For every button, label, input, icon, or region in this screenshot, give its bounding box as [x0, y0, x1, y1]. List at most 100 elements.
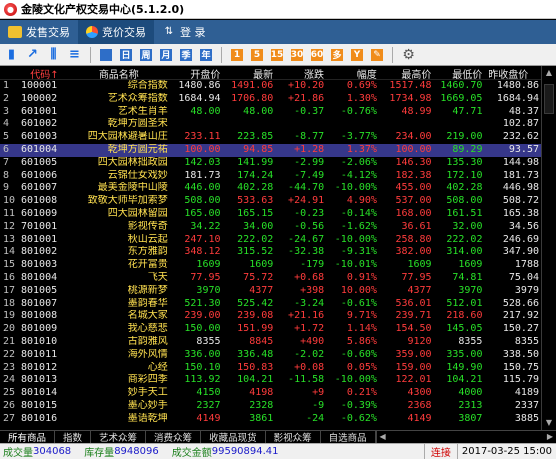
category-tab[interactable]: 所有商品	[0, 431, 56, 444]
table-row[interactable]: 7 601005 四大园林拙政园 142.03 141.99 -2.99 -2.06% 146…	[0, 157, 541, 170]
table-row[interactable]: 23 801012 心经 150.10 150.83 +0.08 0.05% 159.00 14…	[0, 362, 541, 375]
year-icon[interactable]: 年	[200, 48, 212, 61]
day-icon[interactable]: 日	[120, 48, 132, 61]
table-row[interactable]: 11 601009 四大园林留园 165.00 165.15 -0.23 -0.14% 168…	[0, 208, 541, 221]
m30-icon[interactable]: 30	[291, 48, 303, 61]
table-row[interactable]: 8 601006 云锦仕女戏妙 181.73 174.24 -7.49 -4.12% 182.…	[0, 170, 541, 183]
category-tab[interactable]: 消费众筹	[146, 431, 202, 444]
table-row[interactable]: 2 100002 艺术众筹指数 1684.94 1706.80 +21.86 1.30% 17…	[0, 93, 541, 106]
table-row[interactable]: 21 801010 古韵雅风 8355 8845 +490 5.86% 9120 8355 835…	[0, 336, 541, 349]
table-row[interactable]: 20 801009 我心慈悲 150.00 151.99 +1.72 1.14% 154.50…	[0, 323, 541, 336]
table-row[interactable]: 5 601003 四大园林避暑山庄 233.11 223.85 -8.77 -3.77% 23…	[0, 131, 541, 144]
table-cell: 4377	[407, 284, 432, 296]
table-cell: 20	[3, 323, 16, 335]
table-cell: 94.85	[243, 143, 274, 155]
table-row[interactable]: 4 601002 乾坤方圆圣宋 102.87	[0, 118, 541, 131]
grid-icon[interactable]	[100, 48, 112, 61]
column-header[interactable]: 涨跌	[275, 66, 326, 79]
list-icon[interactable]: ≡	[65, 46, 84, 63]
table-row[interactable]: 22 801011 海外风情 336.00 336.48 -2.02 -0.60% 359.0…	[0, 349, 541, 362]
table-cell: -2.02	[294, 348, 325, 360]
toolbar-separator	[90, 46, 91, 63]
table-cell: 801008	[20, 310, 58, 322]
column-header[interactable]: 昨收盘价 >>	[484, 66, 541, 79]
horizontal-scrollbar[interactable]: ◀ ▶	[375, 431, 556, 443]
column-header[interactable]: 代码↑	[21, 66, 70, 79]
table-row[interactable]: 24 801013 商彩四季 113.92 104.21 -11.58 -10.00% 122…	[0, 374, 541, 387]
scroll-right-icon[interactable]: ▶	[544, 431, 556, 443]
table-cell: 150.75	[502, 361, 539, 373]
column-header[interactable]: 商品名称	[70, 66, 170, 79]
table-cell: 801003	[20, 259, 58, 271]
amount-label: 成交金额	[171, 448, 212, 459]
status-datetime: 2017-03-25 15:00	[461, 446, 552, 457]
scroll-left-icon[interactable]: ◀	[377, 431, 389, 443]
column-header[interactable]: 最高价	[379, 66, 434, 79]
trend-icon[interactable]: ↗	[23, 46, 42, 63]
table-row[interactable]: 25 801014 妙手天工 4150 4198 +9 0.21% 4300 4000 4189	[0, 387, 541, 400]
tab-bidding-trading[interactable]: 竞价交易	[78, 20, 154, 44]
settings-icon[interactable]: ⚙	[399, 46, 418, 63]
table-cell: 74.81	[452, 271, 483, 283]
table-cell: 801009	[20, 323, 58, 335]
table-cell: 3970	[458, 284, 483, 296]
week-icon[interactable]: 周	[140, 48, 152, 61]
table-row[interactable]: 26 801015 墨心妙手 2327 2328 -9 -0.39% 2368 2313 2337	[0, 400, 541, 413]
quarter-icon[interactable]: 季	[180, 48, 192, 61]
main-tab-bar: 发售交易 竞价交易 ⇅ 登 录	[0, 20, 556, 44]
table-cell: -0.60%	[340, 348, 377, 360]
scroll-down-icon[interactable]: ▼	[542, 416, 556, 430]
candle-icon[interactable]: ⫼	[44, 46, 63, 63]
table-cell: 1491.06	[231, 80, 274, 91]
table-row[interactable]: 6 601004 乾坤方圆元祐 100.00 94.85 +1.28 1.37% 100.00…	[0, 143, 541, 157]
table-row[interactable]: 27 801016 墨语乾坤 4149 3861 -24 -0.62% 4149 3807 388…	[0, 413, 541, 426]
table-row[interactable]: 16 801004 飞天 77.95 75.72 +0.68 0.91% 77.95 74.81…	[0, 272, 541, 285]
scroll-up-icon[interactable]: ▲	[542, 66, 556, 80]
table-row[interactable]: 9 601007 最美金陵中山陵 446.00 402.28 -44.70 -10.00% 4…	[0, 182, 541, 195]
column-header[interactable]: 最新	[222, 66, 275, 79]
month-icon[interactable]: 月	[160, 48, 172, 61]
vertical-scrollbar[interactable]: ▲ ▼	[541, 66, 556, 430]
category-tab[interactable]: 影视众筹	[266, 431, 321, 444]
column-header[interactable]: 最低价	[433, 66, 484, 79]
table-row[interactable]: 19 801008 名城大家 239.00 239.08 +21.16 9.71% 239.7…	[0, 310, 541, 323]
table-row[interactable]: 18 801007 墨韵春华 521.30 525.42 -3.24 -0.61% 536.0…	[0, 298, 541, 311]
category-tab[interactable]: 指数	[55, 431, 92, 444]
table-row[interactable]: 14 801002 东方雅韵 348.12 315.52 -32.38 -9.31% 382.…	[0, 246, 541, 259]
multi-icon[interactable]: 多	[331, 48, 343, 61]
column-header[interactable]: 开盘价	[170, 66, 223, 79]
table-row[interactable]: 17 801005 桃源新梦 3970 4377 +398 10.00% 4377 3970 39…	[0, 285, 541, 298]
tab-login[interactable]: ⇅ 登 录	[154, 20, 214, 44]
table-cell: 4.90%	[346, 195, 377, 207]
m1-icon[interactable]: 1	[231, 48, 243, 61]
table-row[interactable]: 1 100001 综合指数 1480.86 1491.06 +10.20 0.69% 1517…	[0, 80, 541, 93]
category-tab[interactable]: 自选商品	[321, 431, 376, 444]
table-cell: 1.14%	[346, 323, 377, 335]
m60-icon[interactable]: 60	[311, 48, 323, 61]
table-cell: 11	[3, 207, 16, 219]
column-header[interactable]	[0, 66, 21, 79]
table-row[interactable]: 12 701001 影视传奇 34.22 34.00 -0.56 -1.62% 36.61 32…	[0, 221, 541, 234]
category-tab[interactable]: 收藏品现货	[201, 431, 266, 444]
table-cell	[434, 118, 485, 131]
tab-issue-trading[interactable]: 发售交易	[0, 20, 78, 44]
table-cell: -32.38	[288, 246, 325, 258]
table-row[interactable]: 15 801003 花开富贵 1609 1609 -179 -10.01% 1609 1609 1…	[0, 259, 541, 272]
table-cell: +0.08	[294, 361, 325, 373]
table-cell: 151.99	[237, 323, 274, 335]
column-header[interactable]: 幅度	[326, 66, 379, 79]
table-cell: 10	[3, 195, 16, 207]
m15-icon[interactable]: 15	[271, 48, 283, 61]
m5-icon[interactable]: 5	[251, 48, 263, 61]
table-cell: -3.77%	[340, 131, 377, 143]
table-cell: 336.48	[237, 348, 274, 360]
edit-icon[interactable]: ✎	[371, 48, 383, 61]
custom-icon[interactable]: Y	[351, 48, 363, 61]
table-cell: 168.00	[395, 207, 432, 219]
table-row[interactable]: 13 801001 秋山云起 247.10 222.02 -24.67 -10.00% 258…	[0, 234, 541, 247]
scroll-thumb[interactable]	[544, 84, 554, 114]
chart-view-icon[interactable]: ▮	[2, 46, 21, 63]
table-row[interactable]: 10 601008 致敬大师毕加索梦 508.00 533.63 +24.91 4.90% 5…	[0, 195, 541, 208]
table-row[interactable]: 3 601001 艺术生肖羊 48.00 48.00 -0.37 -0.76% 48.99 47…	[0, 106, 541, 119]
category-tab[interactable]: 艺术众筹	[91, 431, 147, 444]
